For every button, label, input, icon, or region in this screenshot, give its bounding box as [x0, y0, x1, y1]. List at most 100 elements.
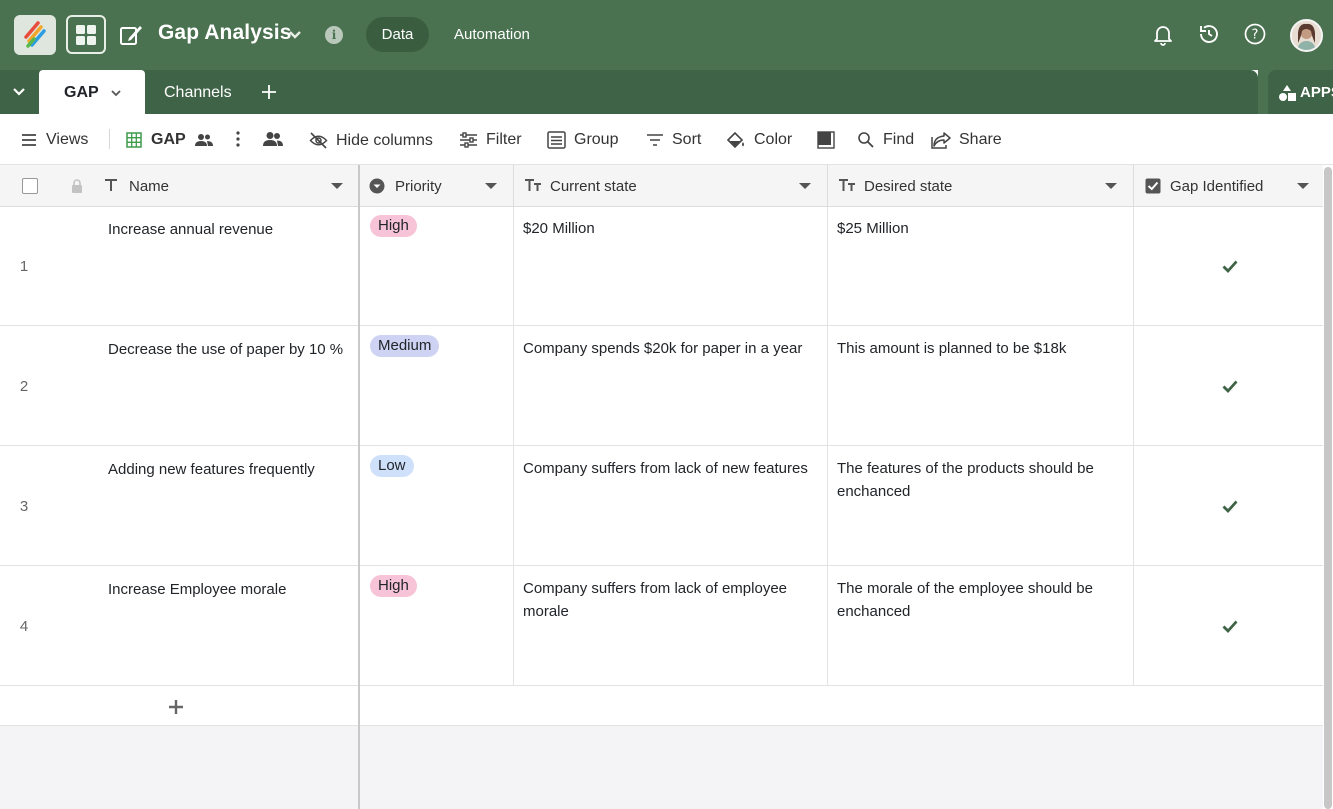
base-title[interactable]: Gap Analysis — [158, 21, 291, 45]
cell-name[interactable]: Decrease the use of paper by 10 % — [108, 338, 348, 361]
column-divider — [1133, 207, 1134, 685]
cell-current-state[interactable]: Company spends $20k for paper in a year — [523, 337, 819, 360]
select-all-checkbox[interactable] — [22, 178, 38, 194]
text-type-icon — [105, 179, 117, 191]
cell-desired-state[interactable]: $25 Million — [837, 217, 1127, 240]
hide-columns-button[interactable]: Hide columns — [309, 131, 433, 150]
sort-icon — [647, 134, 663, 146]
search-icon — [858, 132, 874, 148]
checkmark-icon[interactable] — [1221, 497, 1239, 515]
cell-name[interactable]: Increase Employee morale — [108, 578, 348, 601]
chevron-down-icon[interactable] — [109, 86, 123, 100]
column-header-gap-identified[interactable]: Gap Identified — [1134, 165, 1323, 207]
cell-current-state[interactable]: Company suffers from lack of employee mo… — [523, 577, 819, 623]
add-table-icon[interactable] — [260, 83, 278, 101]
menu-icon — [22, 134, 36, 146]
checkmark-icon[interactable] — [1221, 617, 1239, 635]
column-gap-identified-label: Gap Identified — [1170, 178, 1264, 195]
frozen-pane-divider[interactable] — [358, 165, 360, 809]
sort-button[interactable]: Sort — [646, 131, 701, 149]
avatar[interactable] — [1290, 19, 1323, 52]
toolbar-divider — [109, 129, 110, 149]
filter-button[interactable]: Filter — [459, 131, 522, 149]
chevron-down-icon[interactable] — [484, 180, 498, 192]
column-header-current-state[interactable]: Current state — [514, 165, 828, 207]
chevron-down-icon[interactable] — [287, 27, 303, 43]
history-icon[interactable] — [1197, 22, 1221, 46]
checkmark-icon[interactable] — [1221, 377, 1239, 395]
row-number: 2 — [19, 378, 29, 395]
share-label: Share — [959, 131, 1002, 148]
cell-desired-state[interactable]: This amount is planned to be $18k — [837, 337, 1127, 360]
scrollbar-thumb[interactable] — [1324, 167, 1332, 809]
row-height-icon[interactable] — [817, 131, 843, 149]
column-header-name[interactable]: Name — [100, 165, 359, 207]
column-desired-state-label: Desired state — [864, 178, 953, 195]
share-button[interactable]: Share — [931, 131, 1002, 149]
info-icon[interactable]: i — [325, 26, 343, 44]
column-divider — [513, 207, 514, 685]
nav-automation-button[interactable]: Automation — [454, 26, 530, 43]
find-button[interactable]: Find — [857, 131, 914, 149]
priority-badge[interactable]: High — [370, 215, 417, 237]
current-view-button[interactable]: GAP — [125, 131, 213, 149]
vertical-scrollbar[interactable] — [1323, 165, 1333, 809]
group-button[interactable]: Group — [547, 131, 618, 149]
cell-current-state[interactable]: Company suffers from lack of new feature… — [523, 457, 819, 480]
hide-columns-label: Hide columns — [336, 131, 433, 149]
cell-current-state[interactable]: $20 Million — [523, 217, 819, 240]
share-icon — [931, 132, 951, 149]
edit-icon[interactable] — [118, 22, 144, 48]
apps-grid-icon[interactable] — [66, 15, 106, 54]
checkmark-icon[interactable] — [1221, 257, 1239, 275]
views-button[interactable]: Views — [20, 131, 88, 149]
more-options-icon[interactable] — [236, 131, 248, 147]
priority-badge[interactable]: High — [370, 575, 417, 597]
apps-panel-tab[interactable]: APPS — [1268, 70, 1333, 114]
row-divider — [0, 685, 1323, 686]
column-priority-label: Priority — [395, 178, 442, 195]
row-divider — [0, 445, 1323, 446]
help-icon[interactable]: ? — [1243, 22, 1267, 46]
apps-shapes-icon — [1279, 85, 1296, 101]
shared-users-icon — [194, 134, 213, 146]
column-divider — [827, 207, 828, 685]
cell-desired-state[interactable]: The features of the products should be e… — [837, 457, 1127, 503]
chevron-down-icon[interactable] — [798, 180, 812, 192]
priority-badge[interactable]: Medium — [370, 335, 440, 357]
grid-view-icon — [126, 132, 142, 148]
checkbox-type-icon — [1145, 178, 1161, 194]
column-header-priority[interactable]: Priority — [360, 165, 514, 207]
svg-text:?: ? — [1252, 28, 1259, 43]
tab-channels[interactable]: Channels — [164, 84, 232, 102]
collaborators-icon[interactable] — [262, 131, 291, 147]
column-current-state-label: Current state — [550, 178, 637, 195]
filter-label: Filter — [486, 131, 522, 148]
color-button[interactable]: Color — [726, 131, 792, 149]
chevron-down-icon[interactable] — [1296, 180, 1310, 192]
seatable-logo-icon[interactable] — [14, 15, 56, 55]
priority-badge[interactable]: Low — [370, 455, 414, 477]
bell-icon[interactable] — [1151, 22, 1175, 46]
row-divider — [0, 325, 1323, 326]
cell-name[interactable]: Adding new features frequently — [108, 458, 348, 481]
chevron-down-icon[interactable] — [1104, 180, 1118, 192]
apps-tab-label: APPS — [1300, 84, 1333, 101]
cell-desired-state[interactable]: The morale of the employee should be enc… — [837, 577, 1127, 623]
row-number: 4 — [19, 618, 29, 635]
tab-gap-label: GAP — [64, 84, 99, 101]
chevron-down-icon[interactable] — [330, 180, 344, 192]
sort-label: Sort — [672, 131, 702, 148]
cell-name[interactable]: Increase annual revenue — [108, 218, 348, 241]
eye-off-icon — [309, 132, 328, 149]
collapse-tabs-icon[interactable] — [10, 82, 28, 100]
tab-gap[interactable]: GAP — [39, 70, 145, 114]
nav-data-button[interactable]: Data — [366, 17, 429, 52]
paint-bucket-icon — [726, 131, 744, 149]
column-header-desired-state[interactable]: Desired state — [828, 165, 1134, 207]
lock-icon — [71, 179, 83, 198]
add-row-icon[interactable] — [168, 699, 184, 715]
current-view-label: GAP — [151, 131, 186, 148]
row-number: 3 — [19, 498, 29, 515]
views-label: Views — [46, 131, 89, 148]
